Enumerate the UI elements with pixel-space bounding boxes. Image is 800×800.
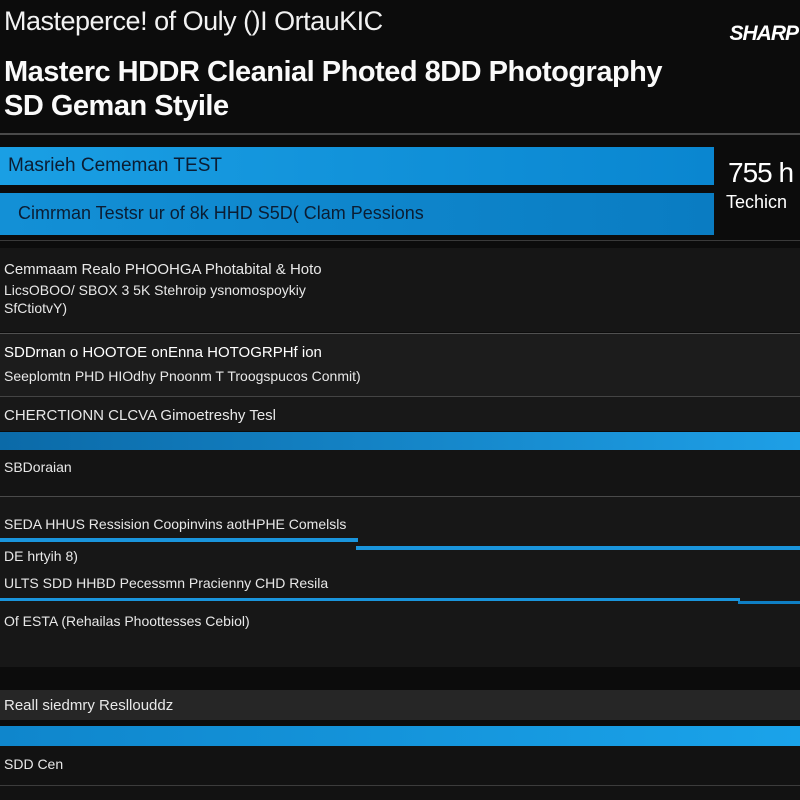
- banner-primary[interactable]: Masrieh Cememan TEST: [0, 147, 714, 185]
- section-5-line-4: Of ESTA (Rehailas Phoottesses Cebiol): [4, 613, 250, 629]
- footer-divider: [0, 785, 800, 786]
- banner-divider: [0, 240, 800, 241]
- top-line-title: Masteperce! of Ouly ()I OrtauKIC: [4, 6, 383, 36]
- banner-primary-label: Masrieh Cememan TEST: [8, 155, 222, 176]
- section-5-progress-c: [0, 598, 740, 601]
- banner-secondary-label: Cimrman Testsr ur of 8k HHD S5D( Clam Pe…: [18, 203, 424, 223]
- section-6-line-1: Reall siedmry Resllouddz: [4, 697, 174, 714]
- section-1-line-3: SfCtiotvY): [4, 300, 68, 316]
- section-5-progress-d: [738, 601, 800, 604]
- section-7-panel: [0, 746, 800, 800]
- section-7-line-1: SDD Cen: [4, 756, 64, 772]
- section-4-line-1: SBDoraian: [4, 459, 72, 475]
- section-5-progress-b: [356, 546, 800, 550]
- section-4-panel: [0, 450, 800, 496]
- section-2-line-2: Seeplomtn PHD HIOdhy Pnoonm T Troogspuco…: [4, 368, 361, 384]
- section-2-line-1: SDDrnan o HOOTOE onEnna HOTOGRPHf ion: [4, 344, 322, 361]
- section-5-progress-a: [0, 538, 358, 542]
- brand-logo: SHARP: [729, 22, 799, 45]
- section-1-line-2: LicsOBOO/ SBOX 3 5K Stehroip ysnomospoyk…: [4, 282, 306, 298]
- section-5-line-3: ULTS SDD HHBD Pecessmn Pracienny CHD Res…: [4, 575, 329, 591]
- section-6-accent-stripe: [0, 726, 800, 746]
- section-5-line-2: DE hrtyih 8): [4, 548, 78, 564]
- header-divider: [0, 133, 800, 135]
- section-1-line-1: Cemmaam Realo PHOOHGA Photabital & Hoto: [4, 261, 322, 278]
- section-5-line-1: SEDA HHUS Ressision Coopinvins aotHPHE C…: [4, 516, 347, 532]
- headline-line-1: Masterc HDDR Cleanial Photed 8DD Photogr…: [4, 56, 663, 88]
- section-3-line-1: CHERCTIONN CLCVA Gimoetreshy Tesl: [4, 407, 277, 424]
- section-3-accent-stripe: [0, 432, 800, 450]
- banner-secondary[interactable]: Cimrman Testsr ur of 8k HHD S5D( Clam Pe…: [0, 193, 714, 235]
- stat-value: 755 h: [728, 157, 794, 188]
- headline-line-2: SD Geman Styile: [4, 90, 229, 122]
- stat-label: Techicn: [726, 192, 788, 212]
